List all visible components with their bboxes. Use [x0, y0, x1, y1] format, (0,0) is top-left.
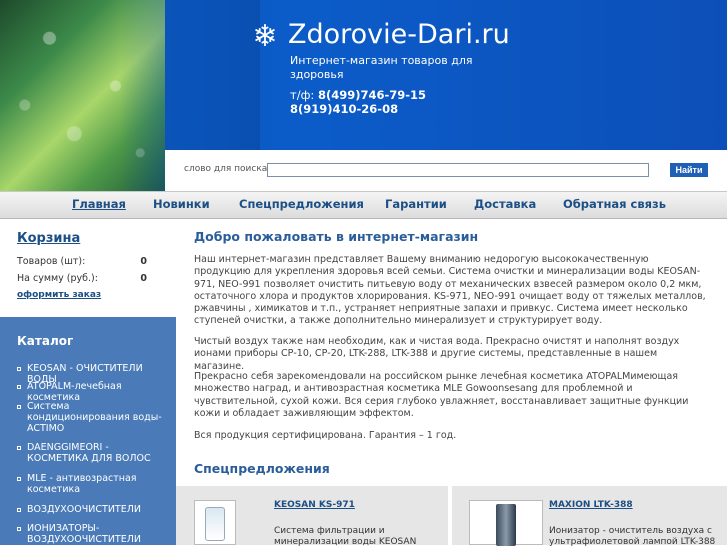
catalog-item-label: Система кондиционирования воды-ACTIMO [27, 401, 162, 434]
catalog-item[interactable]: DAENGGIMEORI - КОСМЕТИКА ДЛЯ ВОЛОС [17, 442, 167, 464]
header: ❄ Zdorovie-Dari.ru Интернет-магазин това… [0, 0, 727, 191]
cart-panel: Корзина Товаров (шт): 0 На сумму (руб.):… [0, 219, 176, 317]
intro-paragraph: Наш интернет-магазин представляет Вашему… [194, 254, 706, 327]
product-desc-line: минерализации воды KEOSAN [274, 537, 417, 547]
catalog-item-label: ATOPALM-лечебная косметика [27, 381, 122, 403]
nav-home[interactable]: Главная [72, 197, 126, 211]
cart-title[interactable]: Корзина [17, 231, 80, 246]
product-name[interactable]: MAXION LTK-388 [549, 500, 633, 510]
product-image[interactable] [194, 500, 236, 545]
air-purifier-icon [496, 504, 516, 546]
search-label: слово для поиска: [184, 164, 271, 174]
cart-sum-label: На сумму (руб.): [17, 273, 98, 284]
product-desc-line: Ионизатор - очиститель воздуха с [549, 526, 712, 536]
bullet-icon [17, 508, 21, 512]
product-image[interactable] [469, 500, 543, 546]
cart-sum-row: На сумму (руб.): 0 [17, 273, 147, 284]
search-input[interactable] [267, 163, 649, 177]
catalog-item[interactable]: ВОЗДУХООЧИСТИТЕЛИ [17, 504, 167, 515]
cart-items-label: Товаров (шт): [17, 256, 86, 267]
main-nav: Главная Новинки Спецпредложения Гарантии… [0, 191, 727, 219]
catalog-panel: Каталог KEOSAN - ОЧИСТИТЕЛИ ВОДЫ ATOPALM… [0, 317, 176, 545]
phone-label: т/ф: [290, 88, 315, 102]
product-name[interactable]: KEOSAN KS-971 [274, 500, 355, 510]
cart-sum-value: 0 [140, 273, 147, 284]
phone-2: 8(919)410-26-08 [290, 102, 399, 116]
specials-title: Спецпредложения [194, 461, 330, 476]
certification-paragraph: Вся продукция сертифицирована. Гарантия … [194, 430, 457, 441]
bullet-icon [17, 446, 21, 450]
bullet-icon [17, 405, 21, 409]
specials-divider [448, 486, 452, 545]
catalog-item-label: MLE - антивозрастная косметика [27, 473, 137, 495]
page-title: Добро пожаловать в интернет-магазин [194, 229, 479, 244]
cart-items-row: Товаров (шт): 0 [17, 256, 147, 267]
air-paragraph: Чистый воздух также нам необходим, как и… [194, 336, 680, 372]
catalog-item-label: DAENGGIMEORI - КОСМЕТИКА ДЛЯ ВОЛОС [27, 442, 151, 464]
bullet-icon [17, 527, 21, 531]
site-title[interactable]: Zdorovie-Dari.ru [288, 18, 510, 52]
search-bar: слово для поиска: Найти [165, 150, 727, 191]
contact-phones: т/ф: 8(499)746-79-15 8(919)410-26-08 [290, 88, 426, 116]
bullet-icon [17, 385, 21, 389]
nav-new[interactable]: Новинки [153, 197, 210, 211]
catalog-item-label: ИОНИЗАТОРЫ-ВОЗДУХООЧИСТИТЕЛИ [27, 523, 141, 545]
product-desc-line: Система фильтрации и [274, 526, 385, 536]
bullet-icon [17, 477, 21, 481]
catalog-item[interactable]: ATOPALM-лечебная косметика [17, 381, 167, 403]
site-tagline: Интернет-магазин товаров для здоровья [290, 54, 473, 81]
nav-delivery[interactable]: Доставка [474, 197, 536, 211]
search-button[interactable]: Найти [670, 163, 708, 177]
bullet-icon [17, 367, 21, 371]
snowflake-icon: ❄ [252, 19, 278, 54]
catalog-item-label: ВОЗДУХООЧИСТИТЕЛИ [27, 504, 141, 515]
water-filter-icon [205, 507, 225, 541]
cosmetics-paragraph: Прекрасно себя зарекомендовали на россий… [194, 371, 689, 419]
product-desc-line: ультрафиолетовой лампой LTK-388 [549, 537, 716, 547]
catalog-title: Каталог [17, 334, 74, 348]
cart-items-value: 0 [140, 256, 147, 267]
catalog-item[interactable]: ИОНИЗАТОРЫ-ВОЗДУХООЧИСТИТЕЛИ [17, 523, 167, 545]
nav-specials[interactable]: Спецпредложения [239, 197, 364, 211]
catalog-item[interactable]: Система кондиционирования воды-ACTIMO [17, 401, 167, 434]
nav-feedback[interactable]: Обратная связь [563, 197, 666, 211]
checkout-link[interactable]: оформить заказ [17, 290, 101, 300]
phone-1: 8(499)746-79-15 [317, 88, 427, 102]
nav-guarantees[interactable]: Гарантии [385, 197, 447, 211]
catalog-item[interactable]: MLE - антивозрастная косметика [17, 473, 167, 495]
